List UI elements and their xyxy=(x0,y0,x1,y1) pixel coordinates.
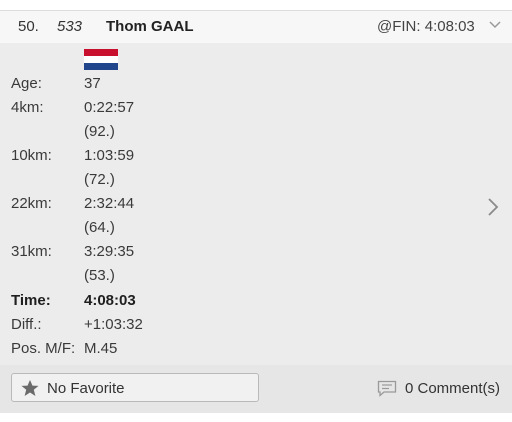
comments-count[interactable]: 0 Comment(s) xyxy=(405,380,500,398)
flag-stripe-blue xyxy=(84,63,118,70)
split-rank: (92.) xyxy=(84,123,115,140)
time-label: Time: xyxy=(11,292,51,309)
split-rank: (64.) xyxy=(84,219,115,236)
split-label: 4km: xyxy=(11,99,44,116)
rank: 50. xyxy=(18,18,39,35)
split-rank: (72.) xyxy=(84,171,115,188)
favorite-button[interactable]: No Favorite xyxy=(11,373,259,402)
age-label: Age: xyxy=(11,75,42,92)
split-label: 10km: xyxy=(11,147,52,164)
split-rank: (53.) xyxy=(84,267,115,284)
split-time: 0:22:57 xyxy=(84,99,135,116)
result-footer: No Favorite 0 Comment(s) xyxy=(0,365,512,413)
time-value: 4:08:03 xyxy=(84,292,136,309)
position-value: M.45 xyxy=(84,340,118,357)
chevron-down-icon[interactable] xyxy=(487,17,503,33)
split-label: 31km: xyxy=(11,243,52,260)
finish-time: @FIN: 4:08:03 xyxy=(377,18,475,35)
star-icon xyxy=(21,379,39,397)
result-card: 50. 533 Thom GAAL @FIN: 4:08:03 Age: 37 … xyxy=(0,10,512,413)
comment-icon[interactable] xyxy=(377,380,397,397)
split-label: 22km: xyxy=(11,195,52,212)
position-label: Pos. M/F: xyxy=(11,340,76,357)
athlete-name: Thom GAAL xyxy=(106,18,194,35)
flag-stripe-red xyxy=(84,49,118,56)
favorite-label: No Favorite xyxy=(47,380,125,397)
country-flag xyxy=(84,49,118,70)
split-time: 3:29:35 xyxy=(84,243,135,260)
diff-value: +1:03:32 xyxy=(84,316,143,333)
split-time: 1:03:59 xyxy=(84,147,135,164)
bib-number: 533 xyxy=(57,18,83,35)
split-time: 2:32:44 xyxy=(84,195,135,212)
result-header[interactable]: 50. 533 Thom GAAL @FIN: 4:08:03 xyxy=(0,10,512,43)
flag-stripe-white xyxy=(84,56,118,63)
chevron-right-icon[interactable] xyxy=(486,196,500,218)
age-value: 37 xyxy=(84,75,101,92)
diff-label: Diff.: xyxy=(11,316,42,333)
